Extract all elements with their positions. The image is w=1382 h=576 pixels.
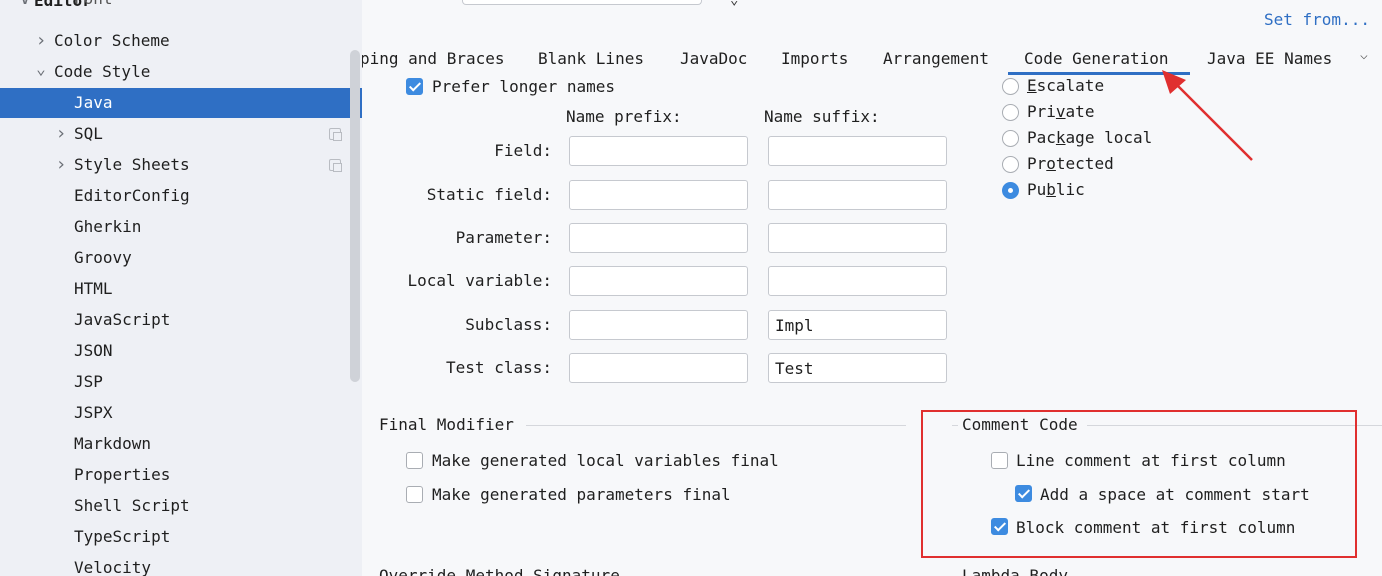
sidebar-item-label: Groovy	[74, 248, 132, 267]
sidebar-item-jspx[interactable]: JSPX	[0, 398, 362, 428]
prefer-longer-names-label: Prefer longer names	[432, 77, 616, 96]
sidebar-item-html[interactable]: HTML	[0, 274, 362, 304]
sidebar-item-font[interactable]: Font	[0, 0, 362, 20]
visibility-public-label: Public	[1027, 180, 1085, 199]
visibility-private-label: Private	[1027, 102, 1095, 121]
sidebar-item-json[interactable]: JSON	[0, 336, 362, 366]
sidebar-item-code-style[interactable]: ⌄ Code Style	[0, 57, 362, 87]
annotation-arrow-icon	[1162, 70, 1253, 161]
final-local-vars-checkbox[interactable]	[406, 452, 423, 469]
name-prefix-header: Name prefix:	[566, 107, 682, 126]
final-modifier-separator	[526, 425, 906, 426]
sidebar-item-label: Font	[74, 0, 113, 14]
lambda-body-title: Lambda Body	[962, 566, 1068, 576]
scheme-dropdown[interactable]	[462, 0, 702, 5]
parameter-suffix-input[interactable]	[768, 223, 947, 253]
tab-javadoc[interactable]: JavaDoc	[680, 46, 747, 74]
chevron-down-icon[interactable]: ⌄	[34, 54, 48, 84]
code-style-panel: ⌄ Set from... ping and Braces Blank Lines…	[362, 0, 1382, 576]
tab-arrangement[interactable]: Arrangement	[883, 46, 989, 74]
sidebar-item-properties[interactable]: Properties	[0, 460, 362, 490]
parameter-prefix-input[interactable]	[569, 223, 748, 253]
sidebar-item-label: JSPX	[74, 403, 113, 422]
tab-code-generation[interactable]: Code Generation	[1024, 46, 1169, 74]
visibility-protected-label: Protected	[1027, 154, 1114, 173]
copy-scheme-icon	[329, 159, 342, 172]
final-local-vars-label: Make generated local variables final	[432, 451, 779, 470]
local-variable-prefix-input[interactable]	[569, 266, 748, 296]
local-variable-suffix-input[interactable]	[768, 266, 947, 296]
visibility-escalate-label: Escalate	[1027, 76, 1105, 95]
chevron-right-icon[interactable]: ›	[54, 150, 68, 180]
subclass-label: Subclass:	[465, 315, 552, 334]
sidebar-item-label: Color Scheme	[54, 31, 170, 50]
static-field-label: Static field:	[426, 185, 552, 204]
sidebar-item-sql[interactable]: › SQL	[0, 119, 362, 149]
tab-blank-lines[interactable]: Blank Lines	[538, 46, 644, 74]
visibility-private-radio[interactable]	[1002, 104, 1019, 121]
sidebar-item-label: Markdown	[74, 434, 152, 453]
sidebar-item-label: Java	[74, 93, 113, 112]
tab-imports[interactable]: Imports	[781, 46, 848, 74]
tab-ping-and-braces[interactable]: ping and Braces	[362, 46, 505, 74]
copy-scheme-icon	[329, 128, 342, 141]
local-variable-label: Local variable:	[407, 271, 553, 290]
sidebar-item-typescript[interactable]: TypeScript	[0, 522, 362, 552]
visibility-escalate-radio[interactable]	[1002, 78, 1019, 95]
sidebar-item-label: EditorConfig	[74, 186, 190, 205]
set-from-link[interactable]: Set from...	[1264, 10, 1370, 29]
sidebar-item-markdown[interactable]: Markdown	[0, 429, 362, 459]
sidebar-item-label: JSON	[74, 341, 113, 360]
sidebar-item-shell-script[interactable]: Shell Script	[0, 491, 362, 521]
override-method-signature-title: Override Method Signature	[379, 566, 620, 576]
final-modifier-title: Final Modifier	[379, 415, 514, 434]
sidebar-item-label: Code Style	[54, 62, 151, 81]
test-class-suffix-input[interactable]	[768, 353, 947, 383]
visibility-protected-radio[interactable]	[1002, 156, 1019, 173]
sidebar-item-gherkin[interactable]: Gherkin	[0, 212, 362, 242]
sidebar-item-groovy[interactable]: Groovy	[0, 243, 362, 273]
test-class-prefix-input[interactable]	[569, 353, 748, 383]
visibility-package-local-label: Package local	[1027, 128, 1153, 147]
sidebar-item-jsp[interactable]: JSP	[0, 367, 362, 397]
sidebar-item-label: Shell Script	[74, 496, 190, 515]
prefer-longer-names-checkbox[interactable]	[406, 78, 423, 95]
sidebar-item-label: SQL	[74, 124, 103, 143]
parameter-label: Parameter:	[455, 228, 552, 247]
sidebar-item-label: TypeScript	[74, 527, 171, 546]
test-class-label: Test class:	[446, 358, 552, 377]
sidebar-scrollbar[interactable]	[350, 50, 360, 382]
sidebar-item-label: Gherkin	[74, 217, 142, 236]
static-field-suffix-input[interactable]	[768, 180, 947, 210]
sidebar-item-color-scheme[interactable]: › Color Scheme	[0, 26, 362, 56]
sidebar-item-style-sheets[interactable]: › Style Sheets	[0, 150, 362, 180]
chevron-down-icon[interactable]: ⌄	[730, 0, 738, 8]
sidebar-item-label: Properties	[74, 465, 171, 484]
final-params-checkbox[interactable]	[406, 486, 423, 503]
tabs-overflow-chevron-icon[interactable]: ⌵	[1360, 48, 1368, 63]
sidebar-item-label: Style Sheets	[74, 155, 190, 174]
sidebar-item-label: HTML	[74, 279, 113, 298]
sidebar-item-javascript[interactable]: JavaScript	[0, 305, 362, 335]
sidebar-item-label: JSP	[74, 372, 103, 391]
field-prefix-input[interactable]	[569, 136, 748, 166]
visibility-package-local-radio[interactable]	[1002, 130, 1019, 147]
sidebar-item-label: Velocity	[74, 558, 152, 576]
sidebar-item-editorconfig[interactable]: EditorConfig	[0, 181, 362, 211]
sidebar-item-velocity[interactable]: Velocity	[0, 553, 362, 576]
subclass-prefix-input[interactable]	[569, 310, 748, 340]
field-label: Field:	[494, 141, 552, 160]
chevron-right-icon[interactable]: ›	[34, 26, 48, 56]
visibility-public-radio[interactable]	[1002, 182, 1019, 199]
name-suffix-header: Name suffix:	[764, 107, 880, 126]
final-params-label: Make generated parameters final	[432, 485, 731, 504]
sidebar-item-java[interactable]: Java	[0, 88, 362, 118]
static-field-prefix-input[interactable]	[569, 180, 748, 210]
subclass-suffix-input[interactable]	[768, 310, 947, 340]
field-suffix-input[interactable]	[768, 136, 947, 166]
sidebar-item-label: JavaScript	[74, 310, 171, 329]
annotation-highlight-box	[921, 410, 1357, 558]
chevron-right-icon[interactable]: ›	[54, 119, 68, 149]
settings-sidebar: v Editor Font›Color Scheme⌄Code StyleJav…	[0, 0, 362, 576]
